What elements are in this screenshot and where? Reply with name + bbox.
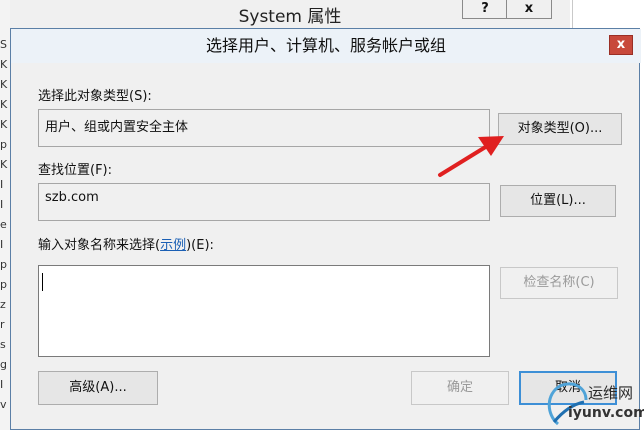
watermark-text-2: iyunv.com [568,405,644,421]
annotation-arrow-icon [438,136,504,177]
site-watermark: 运维网 iyunv.com [540,378,644,430]
watermark-text-1: 运维网 [588,384,634,402]
